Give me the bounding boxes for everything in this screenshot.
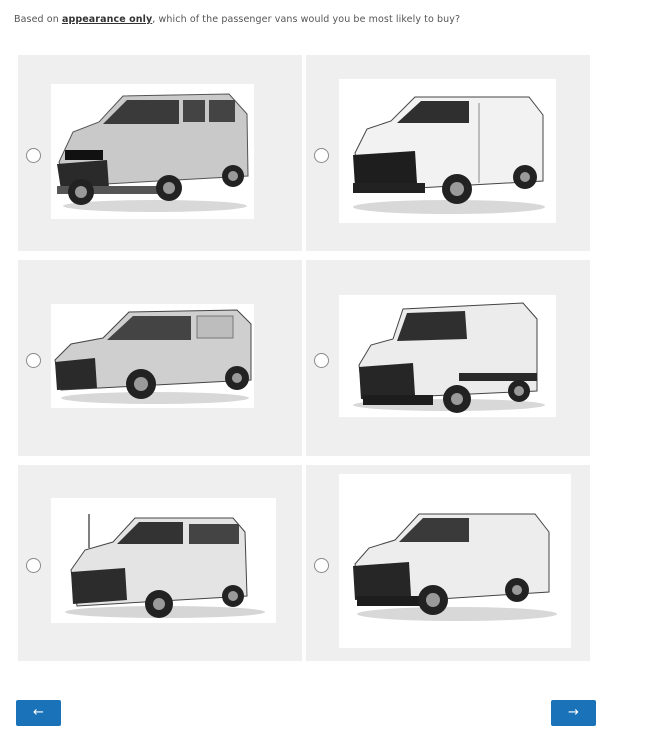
- next-button[interactable]: →: [551, 700, 596, 726]
- options-grid: [18, 55, 590, 661]
- van-passenger-transit-image[interactable]: [51, 498, 276, 623]
- van-high-roof-cargo-image[interactable]: [339, 474, 571, 648]
- option-1[interactable]: [18, 55, 302, 251]
- prev-button[interactable]: ←: [16, 700, 61, 726]
- question-emphasis: appearance only: [61, 14, 153, 25]
- option-4[interactable]: [306, 260, 590, 456]
- question-prefix: Based on: [14, 14, 62, 25]
- option-4-radio[interactable]: [314, 353, 329, 368]
- option-1-radio[interactable]: [26, 148, 41, 163]
- question-suffix: , which of the passenger vans would you …: [152, 14, 461, 25]
- option-6[interactable]: [306, 465, 590, 661]
- option-3[interactable]: [18, 260, 302, 456]
- van-high-roof-image[interactable]: [339, 295, 556, 417]
- option-5[interactable]: [18, 465, 302, 661]
- van-compact-image[interactable]: [51, 304, 254, 408]
- van-passenger-extended-image[interactable]: [51, 84, 254, 219]
- option-2[interactable]: [306, 55, 590, 251]
- option-3-radio[interactable]: [26, 353, 41, 368]
- option-2-radio[interactable]: [314, 148, 329, 163]
- option-6-radio[interactable]: [314, 558, 329, 573]
- option-5-radio[interactable]: [26, 558, 41, 573]
- van-cargo-image[interactable]: [339, 79, 556, 223]
- question-text: Based on appearance only, which of the p…: [14, 14, 460, 25]
